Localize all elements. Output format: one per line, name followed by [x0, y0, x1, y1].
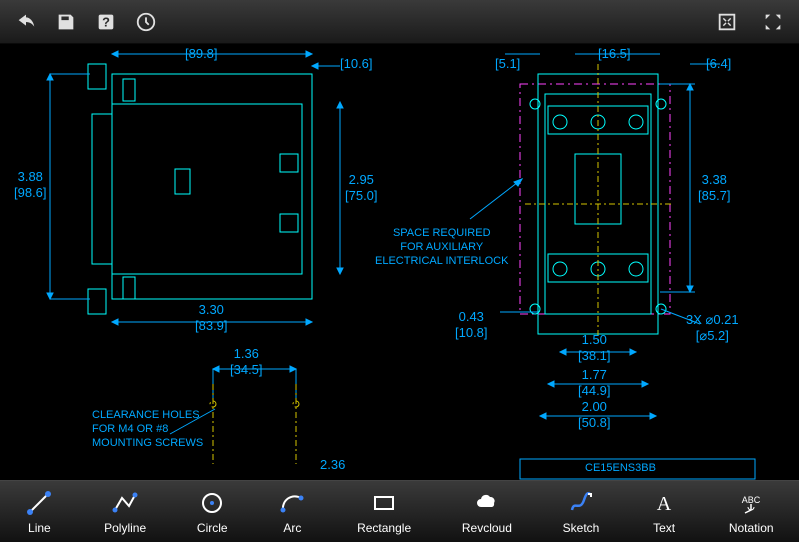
undo-icon — [15, 11, 37, 33]
dim-200: 2.00 [50.8] — [578, 399, 611, 430]
fullscreen-icon — [762, 11, 784, 33]
revcloud-icon — [473, 489, 501, 517]
clock-icon — [135, 11, 157, 33]
save-button[interactable] — [48, 4, 84, 40]
tool-rectangle[interactable]: Rectangle — [351, 485, 417, 539]
dim-3x-dia: 3X ⌀0.21 [⌀5.2] — [686, 312, 739, 343]
tool-revcloud-label: Revcloud — [462, 521, 512, 535]
svg-text:?: ? — [102, 14, 110, 29]
tool-text-label: Text — [653, 521, 675, 535]
dim-043: 0.43 [10.8] — [455, 309, 488, 340]
arc-icon — [278, 489, 306, 517]
sketch-icon — [567, 489, 595, 517]
top-toolbar: ? — [0, 0, 799, 44]
svg-text:A: A — [657, 493, 672, 515]
tool-rectangle-label: Rectangle — [357, 521, 411, 535]
part-number-label: CE15ENS3BB — [585, 462, 656, 474]
save-icon — [55, 11, 77, 33]
polyline-icon — [111, 489, 139, 517]
dim-136: 1.36 [34.5] — [230, 346, 263, 377]
drawing-canvas[interactable]: [89.8] [10.6] 3.88 [98.6] 2.95 [75.0] 3.… — [0, 44, 799, 480]
tool-circle-label: Circle — [197, 521, 228, 535]
circle-icon — [198, 489, 226, 517]
tool-sketch[interactable]: Sketch — [557, 485, 606, 539]
dim-top-a: [89.8] — [185, 46, 218, 62]
rectangle-icon — [370, 489, 398, 517]
tool-circle[interactable]: Circle — [191, 485, 234, 539]
help-button[interactable]: ? — [88, 4, 124, 40]
text-icon: A — [650, 489, 678, 517]
tool-sketch-label: Sketch — [563, 521, 600, 535]
note-clearance-holes: CLEARANCE HOLES FOR M4 OR #8 MOUNTING SC… — [92, 409, 203, 450]
tool-arc[interactable]: Arc — [272, 485, 312, 539]
svg-text:ABC: ABC — [742, 495, 761, 505]
dim-236: 2.36 — [320, 457, 345, 473]
tool-polyline[interactable]: Polyline — [98, 485, 152, 539]
dim-top-c: [5.1] — [495, 56, 520, 72]
tool-line-label: Line — [28, 521, 51, 535]
dim-388: 3.88 [98.6] — [14, 169, 47, 200]
tool-text[interactable]: A Text — [644, 485, 684, 539]
dim-330: 3.30 [83.9] — [195, 302, 228, 333]
fit-screen-icon — [716, 11, 738, 33]
dim-338: 3.38 [85.7] — [698, 172, 731, 203]
dim-top-d: [16.5] — [598, 46, 631, 62]
dim-295: 2.95 [75.0] — [345, 172, 378, 203]
tool-notation[interactable]: ABC Notation — [723, 485, 780, 539]
notation-icon: ABC — [737, 489, 765, 517]
tool-arc-label: Arc — [283, 521, 301, 535]
undo-button[interactable] — [8, 4, 44, 40]
tool-polyline-label: Polyline — [104, 521, 146, 535]
line-icon — [25, 489, 53, 517]
tool-notation-label: Notation — [729, 521, 774, 535]
dim-150: 1.50 [38.1] — [578, 332, 611, 363]
help-icon: ? — [95, 11, 117, 33]
dim-top-b: [10.6] — [340, 56, 373, 72]
dim-top-e: [6.4] — [706, 56, 731, 72]
dim-177: 1.77 [44.9] — [578, 367, 611, 398]
tool-revcloud[interactable]: Revcloud — [456, 485, 518, 539]
note-space-required: SPACE REQUIRED FOR AUXILIARY ELECTRICAL … — [375, 227, 508, 268]
tool-line[interactable]: Line — [19, 485, 59, 539]
fit-screen-button[interactable] — [709, 4, 745, 40]
history-button[interactable] — [128, 4, 164, 40]
bottom-toolbar: Line Polyline Circle Arc Rectangle Revcl… — [0, 480, 799, 542]
fullscreen-button[interactable] — [755, 4, 791, 40]
